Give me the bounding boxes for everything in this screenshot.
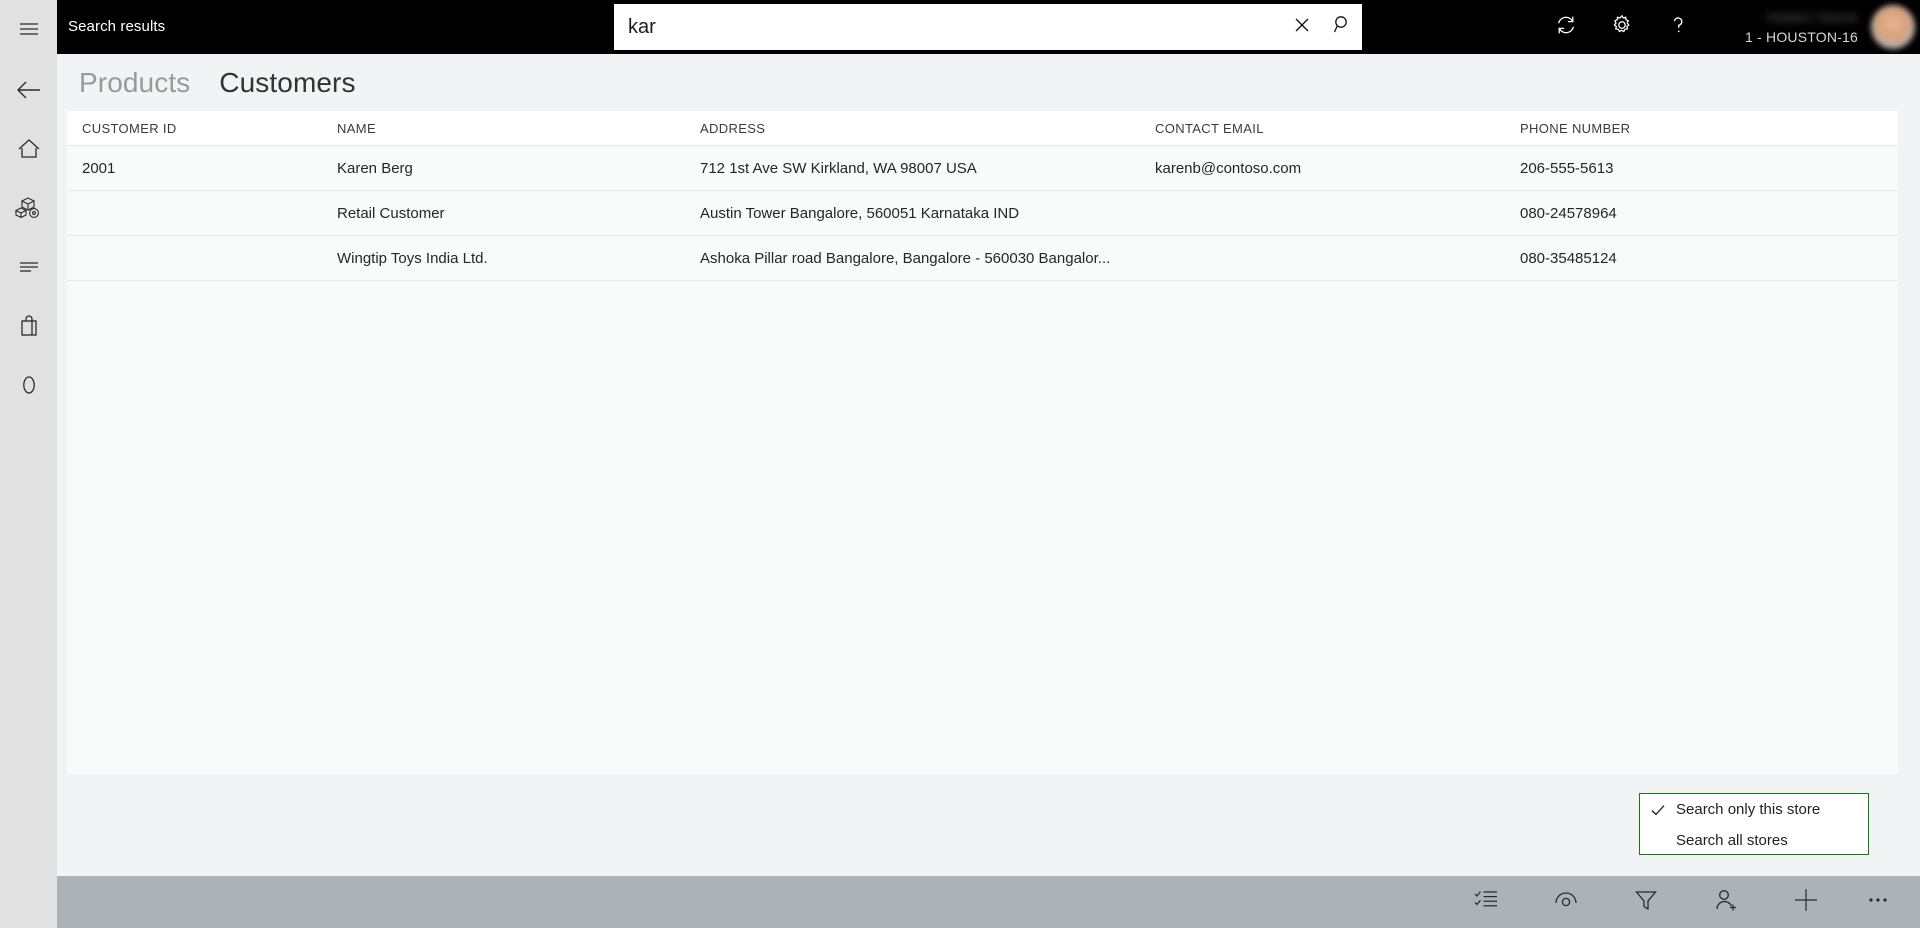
help-button[interactable]	[1650, 0, 1706, 54]
shopping-bag-icon	[16, 313, 42, 339]
page-title: Search results	[68, 18, 166, 35]
top-bar-actions: Hidden Name 1 - HOUSTON-16	[1538, 0, 1920, 54]
more-icon	[1865, 887, 1891, 918]
top-bar: Search results kar Hidden Name 1 - HOUST…	[57, 0, 1920, 54]
search-bar	[614, 4, 1362, 50]
filter-icon	[1633, 887, 1659, 918]
result-tabs: Products Customers	[79, 67, 356, 99]
cell-customer-id: 2001	[82, 159, 116, 177]
cell-phone-number: 080-35485124	[1520, 249, 1617, 267]
cell-address: Austin Tower Bangalore, 560051 Karnataka…	[700, 204, 1020, 222]
add-icon	[1791, 885, 1821, 920]
app-root: Search results kar Hidden Name 1 - HOUST…	[0, 0, 1920, 928]
add-customer-icon	[1712, 887, 1740, 918]
sidebar-item-home[interactable]	[0, 120, 57, 177]
cell-address: Ashoka Pillar road Bangalore, Bangalore …	[700, 249, 1111, 267]
sidebar-item-cart[interactable]	[0, 297, 57, 354]
cell-phone-number: 206-555-5613	[1520, 159, 1614, 177]
sidebar-item-menu[interactable]	[0, 0, 57, 57]
view-details-icon	[1552, 887, 1580, 918]
add-customer-button[interactable]	[1686, 876, 1766, 928]
column-header-phone-number[interactable]: PHONE NUMBER	[1520, 121, 1840, 136]
table-row[interactable]: Wingtip Toys India Ltd. Ashoka Pillar ro…	[67, 236, 1898, 281]
check-icon	[1650, 802, 1676, 818]
menu-item-label: Search only this store	[1676, 801, 1821, 818]
table-row[interactable]: Retail Customer Austin Tower Bangalore, …	[67, 191, 1898, 236]
search-scope-menu: Search only this store Search all stores	[1639, 793, 1869, 855]
home-icon	[16, 136, 42, 162]
cell-name: Karen Berg	[337, 159, 413, 177]
more-options-button[interactable]	[1846, 876, 1910, 928]
table-header-row: CUSTOMER ID NAME ADDRESS CONTACT EMAIL P…	[67, 111, 1898, 146]
column-header-name[interactable]: NAME	[337, 121, 700, 136]
avatar[interactable]	[1866, 0, 1920, 54]
menu-icon	[16, 16, 42, 42]
tab-products[interactable]: Products	[79, 67, 190, 99]
sidebar-item-back[interactable]	[0, 61, 57, 118]
user-name: Hidden Name	[1766, 9, 1858, 25]
cell-name: Retail Customer	[337, 204, 445, 222]
left-navigation-rail	[0, 0, 57, 928]
zero-icon	[16, 372, 42, 398]
user-info[interactable]: Hidden Name 1 - HOUSTON-16	[1706, 0, 1866, 54]
table-row[interactable]: 2001 Karen Berg 712 1st Ave SW Kirkland,…	[67, 146, 1898, 191]
products-icon	[14, 195, 43, 221]
search-input[interactable]	[614, 5, 1282, 49]
menu-item-search-only-this-store[interactable]: Search only this store	[1640, 794, 1868, 825]
cell-name: Wingtip Toys India Ltd.	[337, 249, 488, 267]
view-details-button[interactable]	[1526, 876, 1606, 928]
sidebar-item-count[interactable]	[0, 356, 57, 413]
column-header-customer-id[interactable]: CUSTOMER ID	[67, 121, 337, 136]
clear-search-button[interactable]	[1282, 4, 1322, 50]
cell-phone-number: 080-24578964	[1520, 204, 1617, 222]
sync-icon	[1554, 13, 1578, 42]
gear-icon	[1610, 13, 1634, 42]
list-lines-icon	[16, 254, 42, 280]
cell-contact-email: karenb@contoso.com	[1155, 159, 1302, 177]
back-arrow-icon	[14, 77, 44, 103]
sidebar-item-products[interactable]	[0, 179, 57, 236]
menu-item-label: Search all stores	[1676, 832, 1788, 849]
select-button[interactable]	[1446, 876, 1526, 928]
close-icon	[1292, 15, 1312, 40]
store-label: 1 - HOUSTON-16	[1744, 29, 1858, 45]
sync-button[interactable]	[1538, 0, 1594, 54]
search-icon	[1332, 14, 1353, 40]
filter-button[interactable]	[1606, 876, 1686, 928]
column-header-address[interactable]: ADDRESS	[700, 121, 1155, 136]
help-icon	[1666, 13, 1690, 42]
customers-results-panel: CUSTOMER ID NAME ADDRESS CONTACT EMAIL P…	[67, 111, 1898, 774]
tab-customers[interactable]: Customers	[219, 67, 355, 99]
column-header-contact-email[interactable]: CONTACT EMAIL	[1155, 121, 1520, 136]
bottom-command-bar	[57, 876, 1920, 928]
avatar-image	[1871, 5, 1915, 49]
content-area: Products Customers CUSTOMER ID NAME ADDR…	[57, 54, 1920, 876]
cell-address: 712 1st Ave SW Kirkland, WA 98007 USA	[700, 159, 977, 177]
new-button[interactable]	[1766, 876, 1846, 928]
menu-item-search-all-stores[interactable]: Search all stores	[1640, 825, 1868, 856]
settings-button[interactable]	[1594, 0, 1650, 54]
search-submit-button[interactable]	[1322, 4, 1362, 50]
select-list-icon	[1473, 887, 1499, 918]
sidebar-item-transactions[interactable]	[0, 238, 57, 295]
